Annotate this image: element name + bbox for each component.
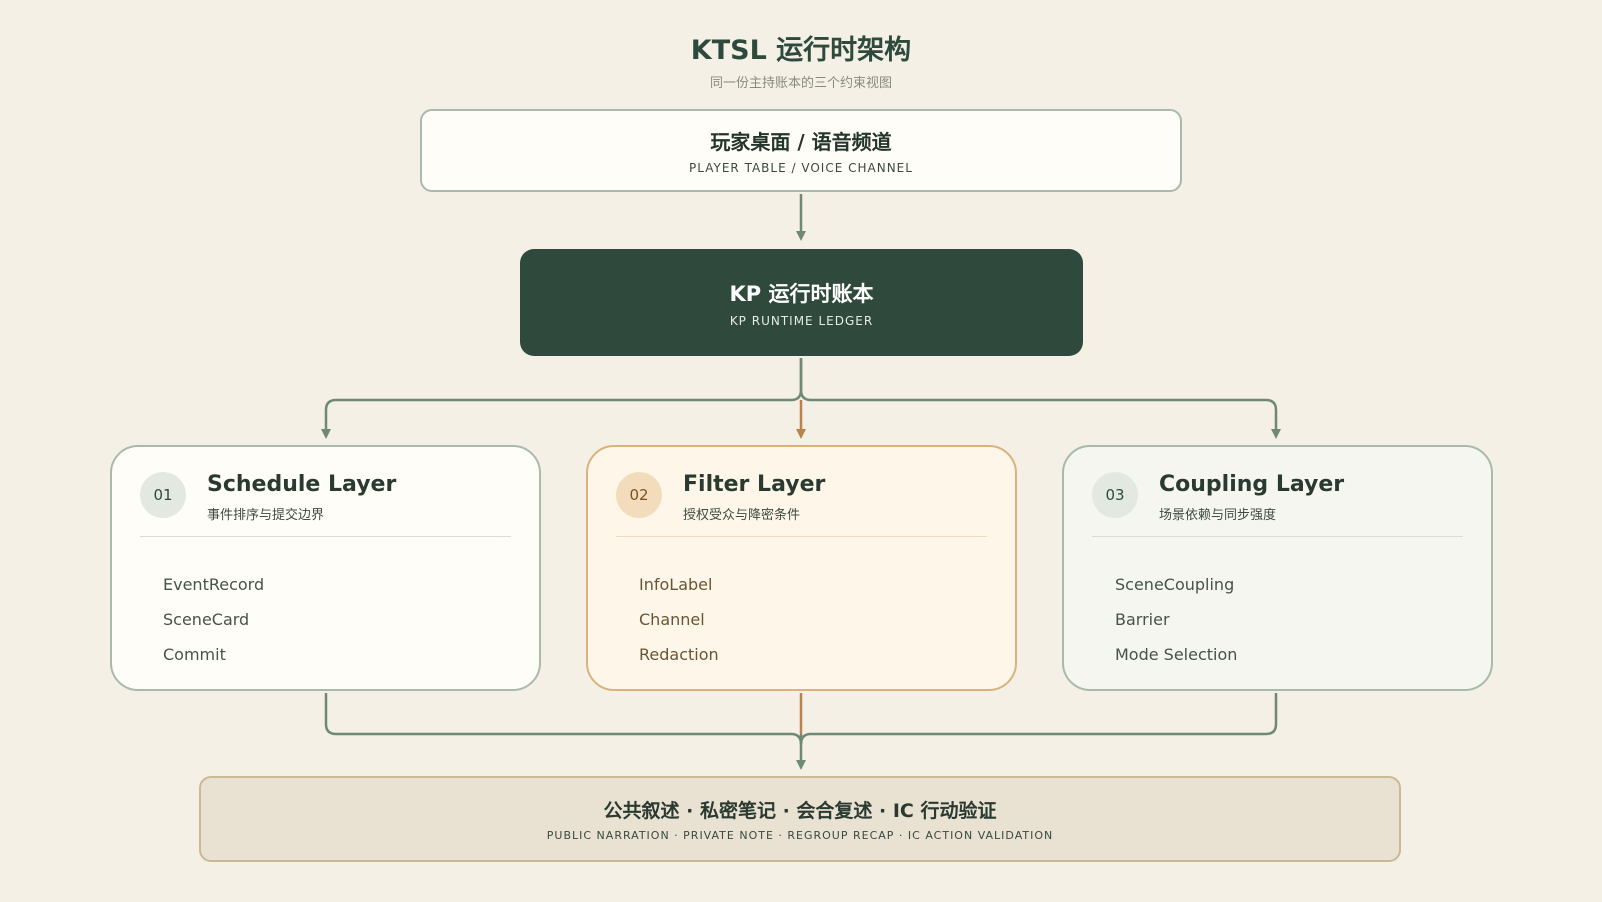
list-item: InfoLabel xyxy=(639,575,713,594)
player-table-node: 玩家桌面 / 语音频道 PLAYER TABLE / VOICE CHANNEL xyxy=(420,109,1182,192)
divider xyxy=(1092,536,1463,537)
list-item: EventRecord xyxy=(163,575,265,594)
list-item: SceneCoupling xyxy=(1115,575,1235,594)
layer-number-badge: 01 xyxy=(140,472,186,518)
layer-item-list: SceneCoupling Barrier Mode Selection xyxy=(1115,567,1237,672)
layer-number-badge: 02 xyxy=(616,472,662,518)
page-title: KTSL 运行时架构 xyxy=(690,35,912,66)
line-schedule-to-bus xyxy=(324,693,803,745)
kp-ledger-node: KP 运行时账本 KP RUNTIME LEDGER xyxy=(520,249,1083,356)
list-item: Mode Selection xyxy=(1115,645,1238,664)
list-item: SceneCard xyxy=(163,610,250,629)
schedule-layer-card: 01 Schedule Layer 事件排序与提交边界 EventRecord … xyxy=(110,445,541,691)
layer-item-list: EventRecord SceneCard Commit xyxy=(163,567,264,672)
coupling-layer-card: 03 Coupling Layer 场景依赖与同步强度 SceneCouplin… xyxy=(1062,445,1493,691)
divider xyxy=(616,536,987,537)
arrow-ledger-to-coupling xyxy=(799,358,1281,439)
layer-description: 授权受众与降密条件 xyxy=(683,508,801,523)
layer-description: 事件排序与提交边界 xyxy=(207,508,325,523)
output-title: 公共叙述 · 私密笔记 · 会合复述 · IC 行动验证 xyxy=(603,800,997,822)
player-table-caption: PLAYER TABLE / VOICE CHANNEL xyxy=(689,161,913,175)
layer-description: 场景依赖与同步强度 xyxy=(1159,508,1277,523)
output-caption: PUBLIC NARRATION · PRIVATE NOTE · REGROU… xyxy=(546,829,1054,842)
layer-name: Schedule Layer xyxy=(207,472,397,497)
list-item: Redaction xyxy=(639,645,719,664)
output-node: 公共叙述 · 私密笔记 · 会合复述 · IC 行动验证 PUBLIC NARR… xyxy=(199,776,1401,862)
list-item: Commit xyxy=(163,645,226,664)
divider xyxy=(140,536,511,537)
layer-name: Filter Layer xyxy=(683,472,826,497)
page-subtitle: 同一份主持账本的三个约束视图 xyxy=(709,76,892,91)
layer-number-badge: 03 xyxy=(1092,472,1138,518)
arrow-ledger-to-schedule xyxy=(321,358,803,439)
layer-item-list: InfoLabel Channel Redaction xyxy=(639,567,719,672)
player-table-title: 玩家桌面 / 语音频道 xyxy=(710,130,892,154)
list-item: Channel xyxy=(639,610,705,629)
filter-layer-card: 02 Filter Layer 授权受众与降密条件 InfoLabel Chan… xyxy=(586,445,1017,691)
line-coupling-to-bus xyxy=(799,693,1278,745)
kp-ledger-caption: KP RUNTIME LEDGER xyxy=(729,313,874,328)
list-item: Barrier xyxy=(1115,610,1170,629)
kp-ledger-title: KP 运行时账本 xyxy=(729,281,874,306)
layer-name: Coupling Layer xyxy=(1159,472,1345,497)
